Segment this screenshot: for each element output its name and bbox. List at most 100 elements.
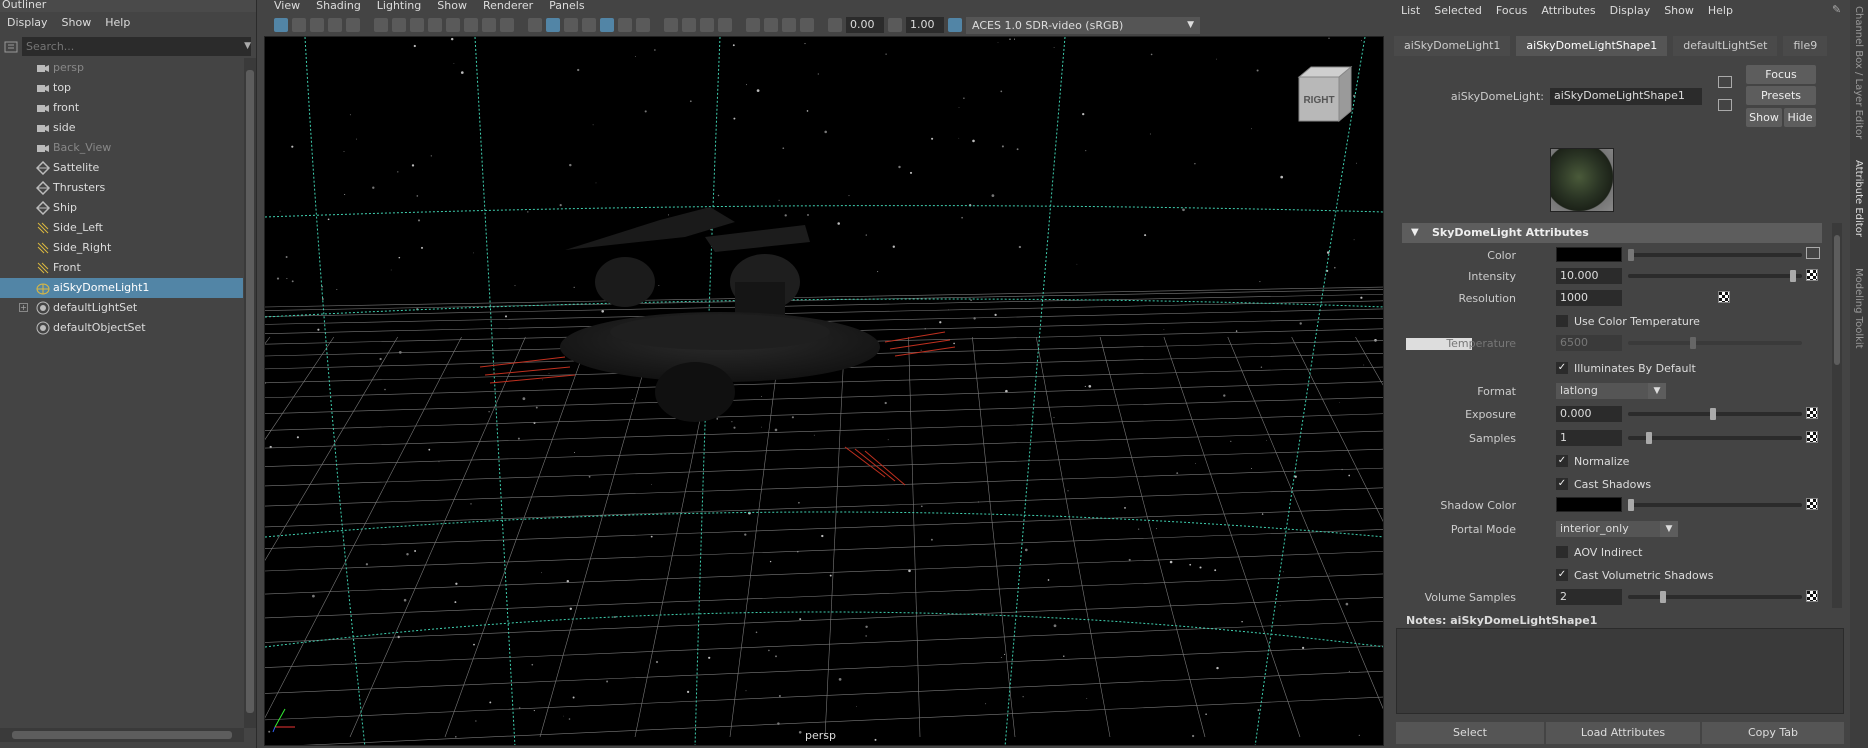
ae-menu-display[interactable]: Display [1610, 4, 1651, 17]
outliner-item[interactable]: Ship [0, 198, 243, 218]
search-options-icon[interactable] [0, 36, 22, 57]
safe-title-icon[interactable] [500, 18, 514, 32]
outliner-item[interactable]: defaultObjectSet [0, 318, 243, 338]
gate-mask-icon[interactable] [446, 18, 460, 32]
tab-defaultlightset[interactable]: defaultLightSet [1673, 36, 1778, 56]
viewport-menu-show[interactable]: Show [437, 0, 467, 12]
intensity-slider-handle[interactable] [1790, 270, 1796, 282]
illuminates-by-default-checkbox[interactable]: ✓ [1556, 362, 1568, 374]
format-dropdown[interactable]: latlong ▼ [1556, 383, 1666, 399]
outliner-item[interactable]: top [0, 78, 243, 98]
bookmark-icon[interactable] [310, 18, 324, 32]
3d-viewport[interactable]: RIGHT persp [264, 36, 1384, 746]
resolution-field[interactable]: 1000 [1556, 290, 1622, 306]
outliner-item[interactable]: + defaultLightSet [0, 298, 243, 318]
outliner-item[interactable]: side [0, 118, 243, 138]
color-management-icon[interactable] [948, 18, 962, 32]
go-to-input-icon[interactable] [1718, 76, 1732, 88]
outliner-item[interactable]: Sattelite [0, 158, 243, 178]
use-color-temperature-checkbox[interactable] [1556, 315, 1568, 327]
exposure-icon[interactable] [828, 18, 842, 32]
outliner-vertical-scrollbar[interactable] [244, 58, 256, 728]
viewport-menu-renderer[interactable]: Renderer [483, 0, 533, 12]
show-button[interactable]: Show [1746, 108, 1782, 127]
cast-volumetric-shadows-checkbox[interactable]: ✓ [1556, 569, 1568, 581]
checker-map-icon[interactable] [1806, 407, 1818, 419]
film-gate-icon[interactable] [410, 18, 424, 32]
default-material-icon[interactable] [564, 18, 578, 32]
samples-slider-handle[interactable] [1646, 432, 1652, 444]
volume-samples-field[interactable]: 2 [1556, 589, 1622, 605]
viewport-menu-shading[interactable]: Shading [316, 0, 361, 12]
motion-blur-icon[interactable] [682, 18, 696, 32]
tab-aiskydomelight1[interactable]: aiSkyDomeLight1 [1394, 36, 1511, 56]
outliner-item[interactable]: front [0, 98, 243, 118]
outliner-item[interactable]: aiSkyDomeLight1 [0, 278, 243, 298]
intensity-field[interactable]: 10.000 [1556, 268, 1622, 284]
outliner-item[interactable]: persp [0, 58, 243, 78]
outliner-menu-display[interactable]: Display [7, 16, 48, 29]
outliner-search-input[interactable] [22, 37, 251, 56]
go-to-output-icon[interactable] [1718, 99, 1732, 111]
shadows-icon[interactable] [636, 18, 650, 32]
checker-map-icon[interactable] [1806, 269, 1818, 281]
resolution-gate-icon[interactable] [428, 18, 442, 32]
checker-map-icon[interactable] [1806, 590, 1818, 602]
notes-textarea[interactable] [1396, 628, 1844, 714]
isolate-select-icon[interactable] [746, 18, 760, 32]
viewcube[interactable]: RIGHT [1293, 65, 1353, 125]
colorspace-dropdown[interactable]: ACES 1.0 SDR-video (sRGB) ▼ [966, 16, 1200, 34]
safe-action-icon[interactable] [482, 18, 496, 32]
copy-tab-button[interactable]: Copy Tab [1702, 722, 1844, 744]
ae-menu-attributes[interactable]: Attributes [1541, 4, 1595, 17]
select-button[interactable]: Select [1396, 722, 1544, 744]
field-chart-icon[interactable] [464, 18, 478, 32]
tab-file9[interactable]: file9 [1783, 36, 1828, 56]
outliner-menu-help[interactable]: Help [105, 16, 130, 29]
outliner-horizontal-scrollbar[interactable] [0, 728, 244, 742]
2d-pan-icon[interactable] [374, 18, 388, 32]
pin-icon[interactable]: ✎ [1832, 3, 1841, 16]
shadow-color-slider-handle[interactable] [1628, 499, 1634, 511]
node-name-field[interactable]: aiSkyDomeLightShape1 [1550, 88, 1702, 105]
select-camera-icon[interactable] [274, 18, 288, 32]
expand-icon[interactable]: + [19, 303, 28, 312]
grease-pencil-icon[interactable] [346, 18, 360, 32]
color-slider-handle[interactable] [1628, 249, 1634, 261]
gamma-icon[interactable] [888, 18, 902, 32]
map-button-icon[interactable] [1806, 247, 1820, 259]
outliner-item[interactable]: Side_Left [0, 218, 243, 238]
use-all-lights-icon[interactable] [618, 18, 632, 32]
color-slider[interactable] [1628, 253, 1802, 257]
tab-channel-box[interactable]: Channel Box / Layer Editor [1853, 6, 1864, 139]
load-attributes-button[interactable]: Load Attributes [1546, 722, 1700, 744]
volume-samples-slider-handle[interactable] [1660, 591, 1666, 603]
smooth-shade-icon[interactable] [546, 18, 560, 32]
gamma-field[interactable]: 1.00 [906, 17, 944, 33]
outliner-item[interactable]: Side_Right [0, 238, 243, 258]
outliner-menu-show[interactable]: Show [62, 16, 92, 29]
portal-mode-dropdown[interactable]: interior_only ▼ [1556, 521, 1678, 537]
image-plane-icon[interactable] [328, 18, 342, 32]
tab-modeling-toolkit[interactable]: Modeling Toolkit [1853, 268, 1864, 349]
volume-samples-slider[interactable] [1628, 595, 1802, 599]
section-header-skydomelight[interactable]: ▼ SkyDomeLight Attributes [1402, 223, 1822, 243]
outliner-item[interactable]: Back_View [0, 138, 243, 158]
attribute-editor-scrollbar[interactable] [1832, 223, 1842, 608]
shadow-color-slider[interactable] [1628, 503, 1802, 507]
aov-indirect-checkbox[interactable] [1556, 546, 1568, 558]
checker-map-icon[interactable] [1718, 291, 1730, 303]
outliner-item[interactable]: Front [0, 258, 243, 278]
anti-aliasing-icon[interactable] [700, 18, 714, 32]
wireframe-icon[interactable] [528, 18, 542, 32]
samples-field[interactable]: 1 [1556, 430, 1622, 446]
presets-button[interactable]: Presets [1746, 86, 1816, 105]
xray-icon[interactable] [764, 18, 778, 32]
wireframe-on-shaded-icon[interactable] [582, 18, 596, 32]
chevron-down-icon[interactable]: ▼ [244, 41, 251, 51]
viewport-menu-view[interactable]: View [274, 0, 300, 12]
intensity-slider[interactable] [1628, 274, 1802, 278]
xray-joints-icon[interactable] [800, 18, 814, 32]
ae-menu-selected[interactable]: Selected [1434, 4, 1482, 17]
checker-map-icon[interactable] [1806, 431, 1818, 443]
